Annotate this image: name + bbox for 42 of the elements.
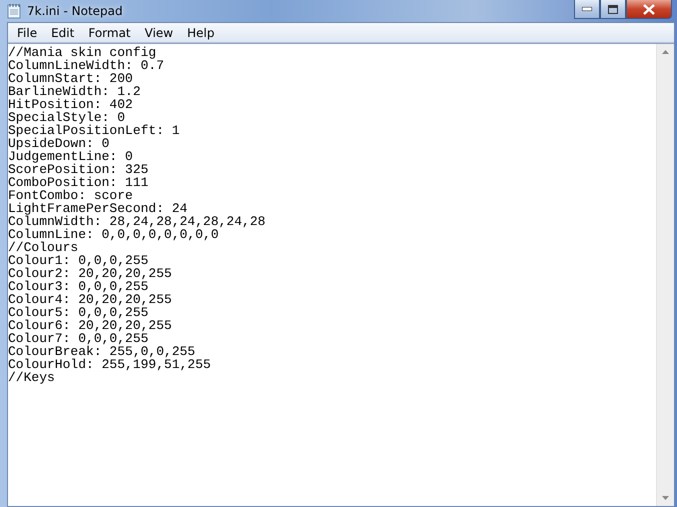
text-line: Colour5: 0,0,0,255 bbox=[8, 306, 148, 319]
text-line: HitPosition: 402 bbox=[8, 98, 134, 111]
text-line: UpsideDown: 0 bbox=[8, 137, 110, 150]
window-title: 7k.ini - Notepad bbox=[27, 4, 123, 18]
scroll-up-icon[interactable] bbox=[662, 50, 669, 54]
menu-item[interactable]: File bbox=[10, 26, 44, 40]
text-line: ColumnWidth: 28,24,28,24,28,24,28 bbox=[8, 215, 266, 228]
text-line: ColumnLine: 0,0,0,0,0,0,0,0 bbox=[8, 228, 219, 241]
close-icon bbox=[643, 4, 655, 14]
text-line: Colour2: 20,20,20,255 bbox=[8, 267, 173, 280]
notepad-icon bbox=[7, 3, 21, 19]
menu-item[interactable]: View bbox=[138, 26, 180, 40]
menu-item[interactable]: Edit bbox=[44, 26, 82, 40]
text-line: ColumnStart: 200 bbox=[8, 72, 134, 85]
text-line: BarlineWidth: 1.2 bbox=[8, 85, 142, 98]
close-button[interactable] bbox=[626, 0, 672, 19]
text-line: ColourHold: 255,199,51,255 bbox=[8, 358, 212, 371]
text-line: //Keys bbox=[8, 371, 56, 384]
minimize-button[interactable] bbox=[574, 0, 600, 19]
text-line: Colour3: 0,0,0,255 bbox=[8, 280, 148, 293]
text-line: ScorePosition: 325 bbox=[8, 163, 150, 176]
text-line: Colour6: 20,20,20,255 bbox=[8, 319, 173, 332]
text-line: ColourBreak: 255,0,0,255 bbox=[8, 345, 196, 358]
text-line: JudgementLine: 0 bbox=[8, 150, 134, 163]
text-line: //Colours bbox=[8, 241, 80, 254]
text-line: SpecialPositionLeft: 1 bbox=[8, 124, 181, 137]
text-line: Colour4: 20,20,20,255 bbox=[8, 293, 173, 306]
text-line: Colour7: 0,0,0,255 bbox=[8, 332, 148, 345]
scroll-down-icon[interactable] bbox=[662, 496, 669, 500]
maximize-icon bbox=[608, 4, 618, 14]
text-line: LightFramePerSecond: 24 bbox=[8, 202, 188, 215]
text-line: //Mania skin config bbox=[8, 46, 158, 59]
minimize-icon bbox=[582, 7, 592, 11]
text-line: ComboPosition: 111 bbox=[8, 176, 150, 189]
text-line: FontCombo: score bbox=[8, 189, 133, 202]
menu-item[interactable]: Format bbox=[81, 26, 138, 40]
scrollbar[interactable] bbox=[656, 44, 674, 506]
menu-item[interactable]: Help bbox=[180, 26, 222, 40]
text-line: ColumnLineWidth: 0.7 bbox=[8, 59, 166, 72]
text-line: Colour1: 0,0,0,255 bbox=[8, 254, 150, 267]
text-line: SpecialStyle: 0 bbox=[8, 111, 126, 124]
maximize-button[interactable] bbox=[600, 0, 626, 19]
